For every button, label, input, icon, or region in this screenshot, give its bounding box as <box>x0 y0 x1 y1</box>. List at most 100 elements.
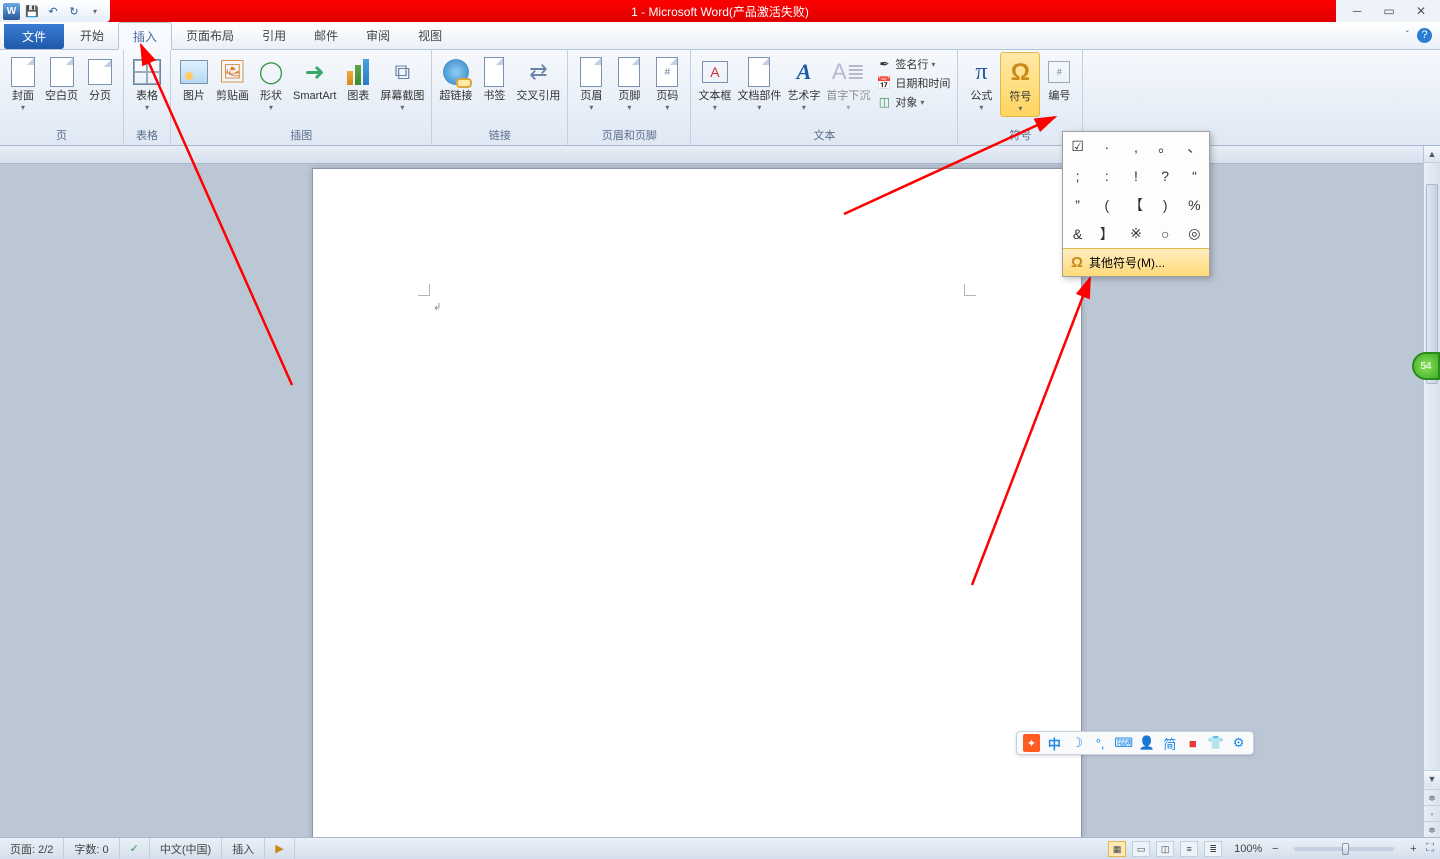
fullscreen-icon[interactable]: ⛶ <box>1426 842 1434 855</box>
word-logo-icon[interactable]: W <box>3 3 20 20</box>
symbol-cell[interactable]: : <box>1092 161 1121 190</box>
shapes-button[interactable]: ◯形状▾ <box>252 52 290 115</box>
ime-punct-icon[interactable]: °, <box>1092 734 1109 752</box>
pagenum-button[interactable]: #页码▾ <box>648 52 686 115</box>
tab-pagelayout[interactable]: 页面布局 <box>172 22 248 49</box>
view-draft-button[interactable]: ≣ <box>1204 841 1222 857</box>
symbol-cell[interactable]: ; <box>1063 161 1092 190</box>
symbol-cell[interactable]: “ <box>1180 161 1209 190</box>
symbol-cell[interactable]: % <box>1180 190 1209 219</box>
bookmark-button[interactable]: 书签 <box>475 52 513 106</box>
symbol-cell[interactable]: , <box>1121 132 1150 161</box>
crossref-button[interactable]: ⇄交叉引用 <box>513 52 563 106</box>
symbol-cell[interactable]: ※ <box>1121 219 1150 248</box>
dropcap-button[interactable]: A≣首字下沉▾ <box>823 52 873 115</box>
close-button[interactable]: ✕ <box>1410 4 1432 18</box>
status-page[interactable]: 页面: 2/2 <box>0 838 64 859</box>
ime-rec-icon[interactable]: ■ <box>1184 734 1201 752</box>
symbol-cell[interactable]: · <box>1092 132 1121 161</box>
footer-button[interactable]: 页脚▾ <box>610 52 648 115</box>
number-button[interactable]: #编号 <box>1040 52 1078 106</box>
ime-shirt-icon[interactable]: 👕 <box>1207 734 1224 752</box>
ime-toolbar[interactable]: ✦ 中 ☽ °, ⌨ 👤 简 ■ 👕 ⚙ <box>1016 731 1254 755</box>
zoom-knob[interactable] <box>1342 843 1349 855</box>
symbol-cell[interactable]: ? <box>1151 161 1180 190</box>
blank-page-button[interactable]: 空白页 <box>42 52 81 106</box>
tab-view[interactable]: 视图 <box>404 22 456 49</box>
view-outline-button[interactable]: ≡ <box>1180 841 1198 857</box>
file-tab[interactable]: 文件 <box>4 24 64 49</box>
screenshot-button[interactable]: ⧉屏幕截图▾ <box>377 52 427 115</box>
prev-page-button[interactable]: ≑ <box>1424 789 1440 805</box>
minimize-ribbon-icon[interactable]: ˇ <box>1406 30 1409 41</box>
qat-customize-icon[interactable]: ▾ <box>86 2 104 20</box>
view-web-button[interactable]: ◫ <box>1156 841 1174 857</box>
symbol-cell[interactable]: ” <box>1063 190 1092 219</box>
symbol-cell[interactable]: 【 <box>1121 190 1150 219</box>
symbol-cell[interactable]: ! <box>1121 161 1150 190</box>
tab-review[interactable]: 审阅 <box>352 22 404 49</box>
tab-references[interactable]: 引用 <box>248 22 300 49</box>
status-language[interactable]: 中文(中国) <box>150 838 222 859</box>
equation-button[interactable]: π公式▾ <box>962 52 1000 115</box>
ime-gear-icon[interactable]: ⚙ <box>1230 734 1247 752</box>
symbol-cell[interactable]: 、 <box>1180 132 1209 161</box>
next-page-button[interactable]: ≑ <box>1424 821 1440 837</box>
tab-insert[interactable]: 插入 <box>118 22 172 50</box>
clipart-button[interactable]: 🖼剪贴画 <box>213 52 252 106</box>
save-icon[interactable]: 💾 <box>23 2 41 20</box>
status-words[interactable]: 字数: 0 <box>64 838 119 859</box>
green-badge[interactable]: 54 <box>1412 352 1440 380</box>
quickparts-button[interactable]: 文档部件▾ <box>734 52 784 115</box>
zoom-slider[interactable] <box>1294 847 1394 851</box>
redo-icon[interactable]: ↻ <box>65 2 83 20</box>
undo-icon[interactable]: ↶ <box>44 2 62 20</box>
ime-person-icon[interactable]: 👤 <box>1139 734 1156 752</box>
restore-button[interactable]: ▭ <box>1378 4 1400 18</box>
datetime-button[interactable]: 📅日期和时间 <box>876 75 950 91</box>
browse-object-button[interactable]: ◦ <box>1424 805 1440 821</box>
zoom-level[interactable]: 100% <box>1234 843 1262 855</box>
symbol-cell[interactable]: ) <box>1151 190 1180 219</box>
smartart-button[interactable]: ➜SmartArt <box>290 52 339 106</box>
header-button[interactable]: 页眉▾ <box>572 52 610 115</box>
view-printlayout-button[interactable]: ▦ <box>1108 841 1126 857</box>
wordart-button[interactable]: A艺术字▾ <box>784 52 823 115</box>
symbol-cell[interactable]: & <box>1063 219 1092 248</box>
status-mode[interactable]: 插入 <box>222 838 265 859</box>
scroll-down-icon[interactable]: ▼ <box>1424 770 1440 787</box>
zoom-out-button[interactable]: − <box>1268 843 1282 855</box>
view-fullscreen-button[interactable]: ▭ <box>1132 841 1150 857</box>
status-proofing[interactable]: ✓ <box>120 838 150 859</box>
picture-button[interactable]: 图片 <box>175 52 213 106</box>
table-button[interactable]: 表格▾ <box>128 52 166 115</box>
vertical-scrollbar[interactable]: ▲ ▼ ≑ ◦ ≑ <box>1423 146 1440 837</box>
more-symbols-menuitem[interactable]: Ω 其他符号(M)... <box>1063 248 1209 276</box>
signature-line-button[interactable]: ✒签名行 ▾ <box>876 56 950 72</box>
textbox-button[interactable]: A文本框▾ <box>695 52 734 115</box>
minimize-button[interactable]: ─ <box>1346 4 1368 18</box>
tab-mail[interactable]: 邮件 <box>300 22 352 49</box>
symbol-cell[interactable]: ☑ <box>1063 132 1092 161</box>
tab-home[interactable]: 开始 <box>66 22 118 49</box>
cover-page-button[interactable]: 封面▾ <box>4 52 42 115</box>
help-icon[interactable]: ? <box>1417 28 1432 43</box>
ime-cn-button[interactable]: 中 <box>1046 734 1063 752</box>
symbol-cell[interactable]: 】 <box>1092 219 1121 248</box>
hyperlink-button[interactable]: 超链接 <box>436 52 475 106</box>
zoom-in-button[interactable]: + <box>1406 843 1420 855</box>
symbol-button[interactable]: Ω符号▾ <box>1000 52 1040 117</box>
ime-keyboard-icon[interactable]: ⌨ <box>1115 734 1133 752</box>
object-button[interactable]: ◫对象 ▾ <box>876 94 950 110</box>
page-break-button[interactable]: 分页 <box>81 52 119 106</box>
ime-moon-icon[interactable]: ☽ <box>1069 734 1086 752</box>
ime-logo-icon[interactable]: ✦ <box>1023 734 1040 752</box>
status-macro[interactable]: ▶ <box>265 838 294 859</box>
chart-button[interactable]: 图表 <box>339 52 377 106</box>
symbol-cell[interactable]: ◎ <box>1180 219 1209 248</box>
symbol-cell[interactable]: 。 <box>1151 132 1180 161</box>
document-page[interactable]: ↲ <box>312 168 1082 837</box>
symbol-cell[interactable]: ( <box>1092 190 1121 219</box>
scroll-up-icon[interactable]: ▲ <box>1424 146 1440 163</box>
symbol-cell[interactable]: ○ <box>1151 219 1180 248</box>
